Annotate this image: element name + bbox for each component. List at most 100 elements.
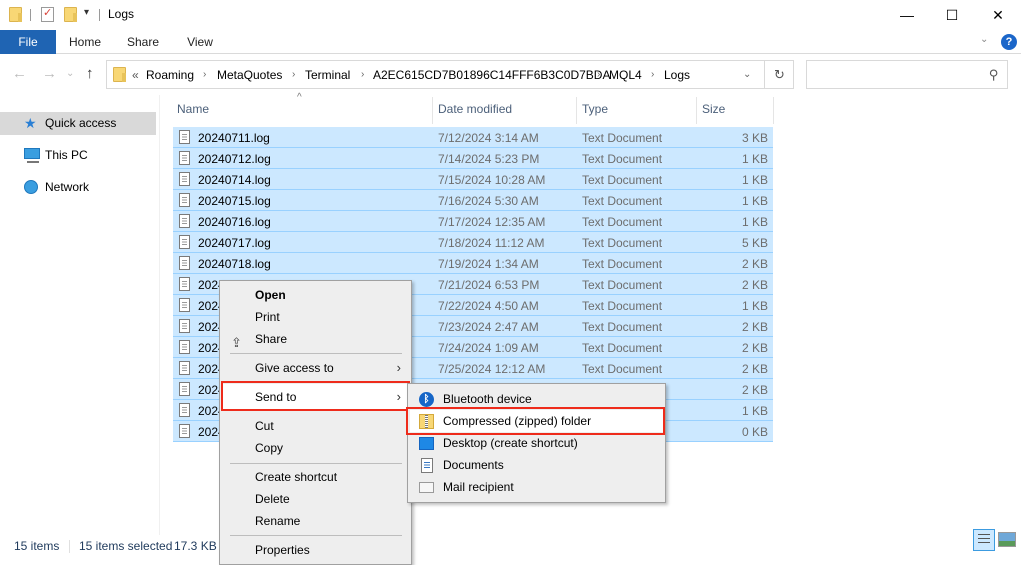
file-row[interactable]: 20240715.log 7/16/2024 5:30 AM Text Docume… — [173, 190, 773, 211]
column-divider[interactable] — [576, 97, 577, 124]
file-row[interactable]: 20240714.log 7/15/2024 10:28 AM Text Docum… — [173, 169, 773, 190]
file-size: 2 KB — [741, 278, 768, 292]
menu-item-label: Print — [255, 310, 280, 324]
file-row[interactable]: 20240711.log 7/12/2024 3:14 AM Text Docume… — [173, 127, 773, 148]
sidebar-item-quick-access[interactable]: ★ Quick access — [0, 112, 156, 135]
expand-ribbon-icon[interactable]: ⌄ — [980, 34, 988, 45]
file-type: Text Document — [582, 194, 663, 208]
address-dropdown-icon[interactable]: ⌄ — [743, 69, 751, 80]
breadcrumb-logs[interactable]: Logs — [664, 68, 690, 82]
column-divider[interactable] — [773, 97, 774, 124]
chevron-right-icon[interactable]: › — [597, 69, 600, 80]
file-date-modified: 7/12/2024 3:14 AM — [438, 131, 539, 145]
file-type: Text Document — [582, 257, 663, 271]
chevron-right-icon[interactable]: › — [203, 69, 206, 80]
sidebar-item-this-pc[interactable]: This PC — [0, 144, 156, 167]
menu-item-give-access-to[interactable]: Give access to › — [222, 357, 409, 379]
chevron-right-icon[interactable]: › — [361, 69, 364, 80]
large-icons-view-icon[interactable] — [998, 532, 1016, 547]
menu-item-open[interactable]: Open — [222, 284, 409, 306]
highlight-compressed-folder — [406, 407, 665, 435]
text-file-icon — [179, 424, 190, 438]
file-size: 2 KB — [741, 383, 768, 397]
title-bar: ▾ Logs — ☐ ✕ — [0, 0, 1021, 30]
tab-home[interactable]: Home — [62, 30, 108, 54]
properties-icon[interactable] — [41, 6, 54, 22]
column-header-size[interactable]: Size — [702, 102, 725, 116]
tab-view[interactable]: View — [177, 30, 223, 54]
breadcrumb-roaming[interactable]: Roaming — [146, 68, 194, 82]
file-type: Text Document — [582, 278, 663, 292]
column-divider[interactable] — [696, 97, 697, 124]
file-row[interactable]: 20240716.log 7/17/2024 12:35 AM Text Docum… — [173, 211, 773, 232]
column-divider[interactable] — [432, 97, 433, 124]
quick-access-toolbar-dropdown-icon[interactable]: ▾ — [84, 7, 89, 18]
search-icon[interactable]: ⚲ — [989, 67, 999, 83]
breadcrumb-metaquotes[interactable]: MetaQuotes — [217, 68, 282, 82]
menu-item-create-shortcut[interactable]: Create shortcut — [222, 466, 409, 488]
maximize-button[interactable]: ☐ — [929, 0, 975, 30]
menu-item-delete[interactable]: Delete — [222, 488, 409, 510]
breadcrumb-terminal[interactable]: Terminal — [305, 68, 350, 82]
sidebar-item-label: Network — [45, 180, 90, 194]
search-input[interactable]: ⚲ — [806, 60, 1008, 89]
menu-item-rename[interactable]: Rename — [222, 510, 409, 532]
navigation-bar: ← → ⌄ ↑ « Roaming › MetaQuotes › Termina… — [0, 58, 1021, 90]
menu-item-share[interactable]: ⇪ Share — [222, 328, 409, 350]
file-date-modified: 7/17/2024 12:35 AM — [438, 215, 546, 229]
menu-separator — [230, 535, 402, 536]
close-button[interactable]: ✕ — [975, 0, 1021, 30]
file-row[interactable]: 20240712.log 7/14/2024 5:23 PM Text Docume… — [173, 148, 773, 169]
minimize-button[interactable]: — — [884, 0, 930, 30]
folder-icon — [9, 7, 22, 22]
file-row[interactable]: 20240717.log 7/18/2024 11:12 AM Text Docum… — [173, 232, 773, 253]
menu-item-label: Open — [255, 288, 286, 302]
address-bar[interactable]: « Roaming › MetaQuotes › Terminal › A2EC… — [106, 60, 794, 89]
file-name: 20240714.log — [198, 173, 271, 187]
menu-separator — [230, 353, 402, 354]
text-file-icon — [179, 235, 190, 249]
menu-item-print[interactable]: Print — [222, 306, 409, 328]
menu-item-copy[interactable]: Copy — [222, 437, 409, 459]
file-name: 20240716.log — [198, 215, 271, 229]
navigation-pane: ★ Quick access This PC Network — [0, 95, 160, 535]
breadcrumb-mql4[interactable]: MQL4 — [609, 68, 642, 82]
help-icon[interactable]: ? — [1001, 34, 1017, 50]
menu-item-documents[interactable]: Documents — [410, 454, 663, 476]
new-folder-icon[interactable] — [64, 7, 77, 22]
menu-item-label: Share — [255, 332, 288, 346]
recent-locations-icon[interactable]: ⌄ — [66, 68, 74, 79]
forward-icon[interactable]: → — [42, 65, 57, 82]
back-icon[interactable]: ← — [12, 65, 27, 82]
column-header-date-modified[interactable]: Date modified — [438, 102, 512, 116]
menu-item-mail-recipient[interactable]: Mail recipient — [410, 476, 663, 498]
maximize-icon: ☐ — [945, 6, 959, 23]
menu-item-cut[interactable]: Cut — [222, 415, 409, 437]
text-file-icon — [179, 256, 190, 270]
column-header-name[interactable]: Name — [177, 102, 209, 116]
chevron-right-icon[interactable]: › — [292, 69, 295, 80]
breadcrumb-overflow-icon[interactable]: « — [132, 68, 139, 82]
chevron-right-icon[interactable]: › — [651, 69, 654, 80]
menu-item-label: Give access to — [255, 361, 334, 375]
details-view-icon[interactable] — [973, 529, 995, 551]
menu-item-label: Documents — [443, 458, 504, 472]
file-size: 2 KB — [741, 362, 768, 376]
file-size: 1 KB — [741, 194, 768, 208]
breadcrumb-terminal-id[interactable]: A2EC615CD7B01896C14FFF6B3C0D7BDA — [373, 68, 610, 82]
sidebar-item-network[interactable]: Network — [0, 176, 156, 199]
refresh-button[interactable]: ↻ — [764, 61, 794, 88]
file-type: Text Document — [582, 236, 663, 250]
chevron-right-icon: › — [396, 360, 401, 375]
column-header-type[interactable]: Type — [582, 102, 608, 116]
file-name: 20240715.log — [198, 194, 271, 208]
sort-ascending-icon: ^ — [297, 92, 302, 103]
up-icon[interactable]: ↑ — [86, 65, 94, 82]
sidebar-item-label: This PC — [45, 148, 88, 162]
menu-item-desktop-create-shortcut[interactable]: Desktop (create shortcut) — [410, 432, 663, 454]
tab-file[interactable]: File — [0, 30, 56, 54]
tab-share[interactable]: Share — [120, 30, 166, 54]
file-date-modified: 7/18/2024 11:12 AM — [438, 236, 545, 250]
file-row[interactable]: 20240718.log 7/19/2024 1:34 AM Text Docume… — [173, 253, 773, 274]
file-name: 20240718.log — [198, 257, 271, 271]
